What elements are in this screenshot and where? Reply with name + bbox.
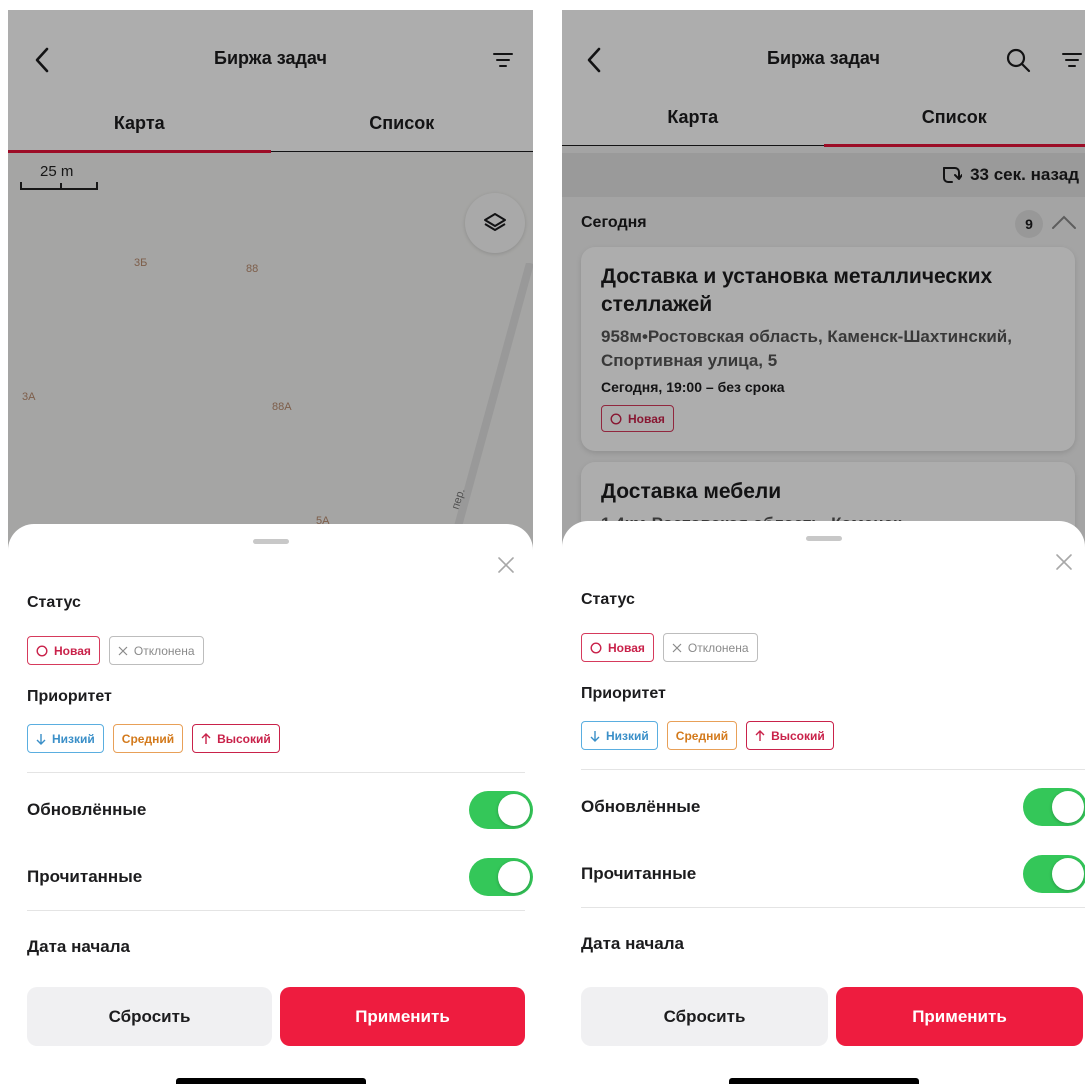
start-date-label[interactable]: Дата начала <box>27 937 130 957</box>
chip-label: Отклонена <box>133 643 195 658</box>
chip-label: Новая <box>54 643 91 658</box>
sheet-grabber[interactable] <box>252 539 289 544</box>
toggle-label: Прочитанные <box>27 867 143 886</box>
chip-label: Отклонена <box>687 640 749 655</box>
toggle-label: Обновлённые <box>27 800 147 819</box>
priority-section-label: Приоритет <box>27 688 112 705</box>
home-indicator <box>175 1078 366 1084</box>
updated-toggle[interactable] <box>469 791 533 829</box>
priority-section-label: Приоритет <box>581 685 666 702</box>
toggle-label: Обновлённые <box>581 797 701 816</box>
close-button[interactable] <box>1051 549 1077 575</box>
arrow-up-icon <box>201 732 211 744</box>
chip-label: Низкий <box>52 731 95 746</box>
reset-button[interactable]: Сбросить <box>581 987 828 1046</box>
sheet-grabber[interactable] <box>805 536 842 541</box>
status-chip-row: Новая Отклонена <box>581 633 758 662</box>
chip-priority-low[interactable]: Низкий <box>27 724 104 753</box>
close-button[interactable] <box>493 552 519 578</box>
close-icon <box>1056 554 1072 570</box>
chip-label: Высокий <box>771 728 825 743</box>
filter-sheet: Статус Новая Отклонена Приоритет Низкий … <box>8 524 533 1084</box>
arrow-up-icon <box>755 729 765 741</box>
divider <box>581 907 1085 908</box>
chip-label: Низкий <box>606 728 649 743</box>
filter-sheet: Статус Новая Отклонена Приоритет Низкий … <box>562 521 1085 1084</box>
screen-map-view: Биржа задач Карта Список 25 m 3Б 88 3А 8… <box>8 10 533 1084</box>
chip-priority-high[interactable]: Высокий <box>746 721 834 750</box>
chip-priority-high[interactable]: Высокий <box>192 724 280 753</box>
divider <box>27 910 525 911</box>
apply-button[interactable]: Применить <box>280 987 525 1046</box>
toggle-row-read: Прочитанные <box>27 857 533 897</box>
read-toggle[interactable] <box>469 858 533 896</box>
status-section-label: Статус <box>27 594 81 611</box>
apply-button[interactable]: Применить <box>836 987 1083 1046</box>
divider <box>27 772 525 773</box>
priority-chip-row: Низкий Средний Высокий <box>27 724 280 753</box>
read-toggle[interactable] <box>1023 855 1085 893</box>
toggle-row-updated: Обновлённые <box>581 787 1085 827</box>
status-section-label: Статус <box>581 591 635 608</box>
home-indicator <box>728 1078 919 1084</box>
divider <box>581 769 1085 770</box>
chip-priority-low[interactable]: Низкий <box>581 721 658 750</box>
chip-label: Средний <box>675 728 729 743</box>
action-buttons: Сбросить Применить <box>27 987 525 1046</box>
circle-icon <box>36 644 48 657</box>
close-icon <box>672 643 682 652</box>
chip-status-rejected[interactable]: Отклонена <box>662 633 758 662</box>
close-icon <box>498 557 514 573</box>
screen-list-view: Биржа задач Карта Список 33 сек. назад С… <box>562 10 1085 1084</box>
status-chip-row: Новая Отклонена <box>27 636 204 665</box>
action-buttons: Сбросить Применить <box>581 987 1083 1046</box>
chip-status-new[interactable]: Новая <box>27 636 100 665</box>
close-icon <box>118 646 128 655</box>
toggle-label: Прочитанные <box>581 864 697 883</box>
arrow-down-icon <box>590 730 600 742</box>
toggle-row-updated: Обновлённые <box>27 790 533 830</box>
chip-priority-medium[interactable]: Средний <box>666 721 738 750</box>
chip-priority-medium[interactable]: Средний <box>112 724 184 753</box>
updated-toggle[interactable] <box>1023 788 1085 826</box>
toggle-row-read: Прочитанные <box>581 854 1085 894</box>
reset-button[interactable]: Сбросить <box>27 987 272 1046</box>
start-date-label[interactable]: Дата начала <box>581 934 684 954</box>
circle-icon <box>590 641 602 654</box>
arrow-down-icon <box>36 733 46 745</box>
chip-status-new[interactable]: Новая <box>581 633 654 662</box>
priority-chip-row: Низкий Средний Высокий <box>581 721 834 750</box>
chip-label: Высокий <box>217 731 271 746</box>
chip-label: Средний <box>121 731 175 746</box>
chip-label: Новая <box>608 640 645 655</box>
chip-status-rejected[interactable]: Отклонена <box>108 636 204 665</box>
